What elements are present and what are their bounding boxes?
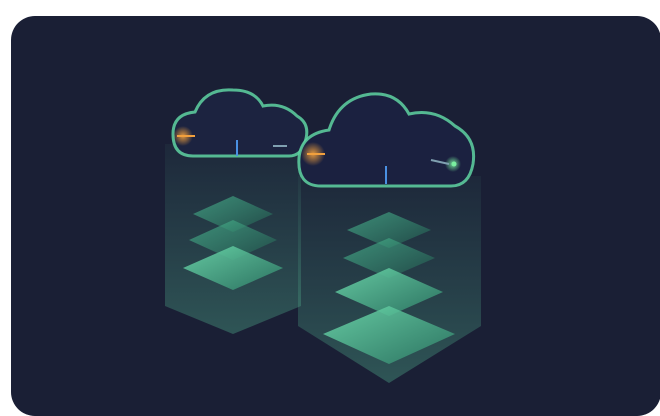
cloud-icon (171, 88, 309, 158)
cloud-layers-illustration (165, 88, 481, 383)
hero-card (11, 16, 660, 416)
cloud-icon (297, 92, 476, 188)
